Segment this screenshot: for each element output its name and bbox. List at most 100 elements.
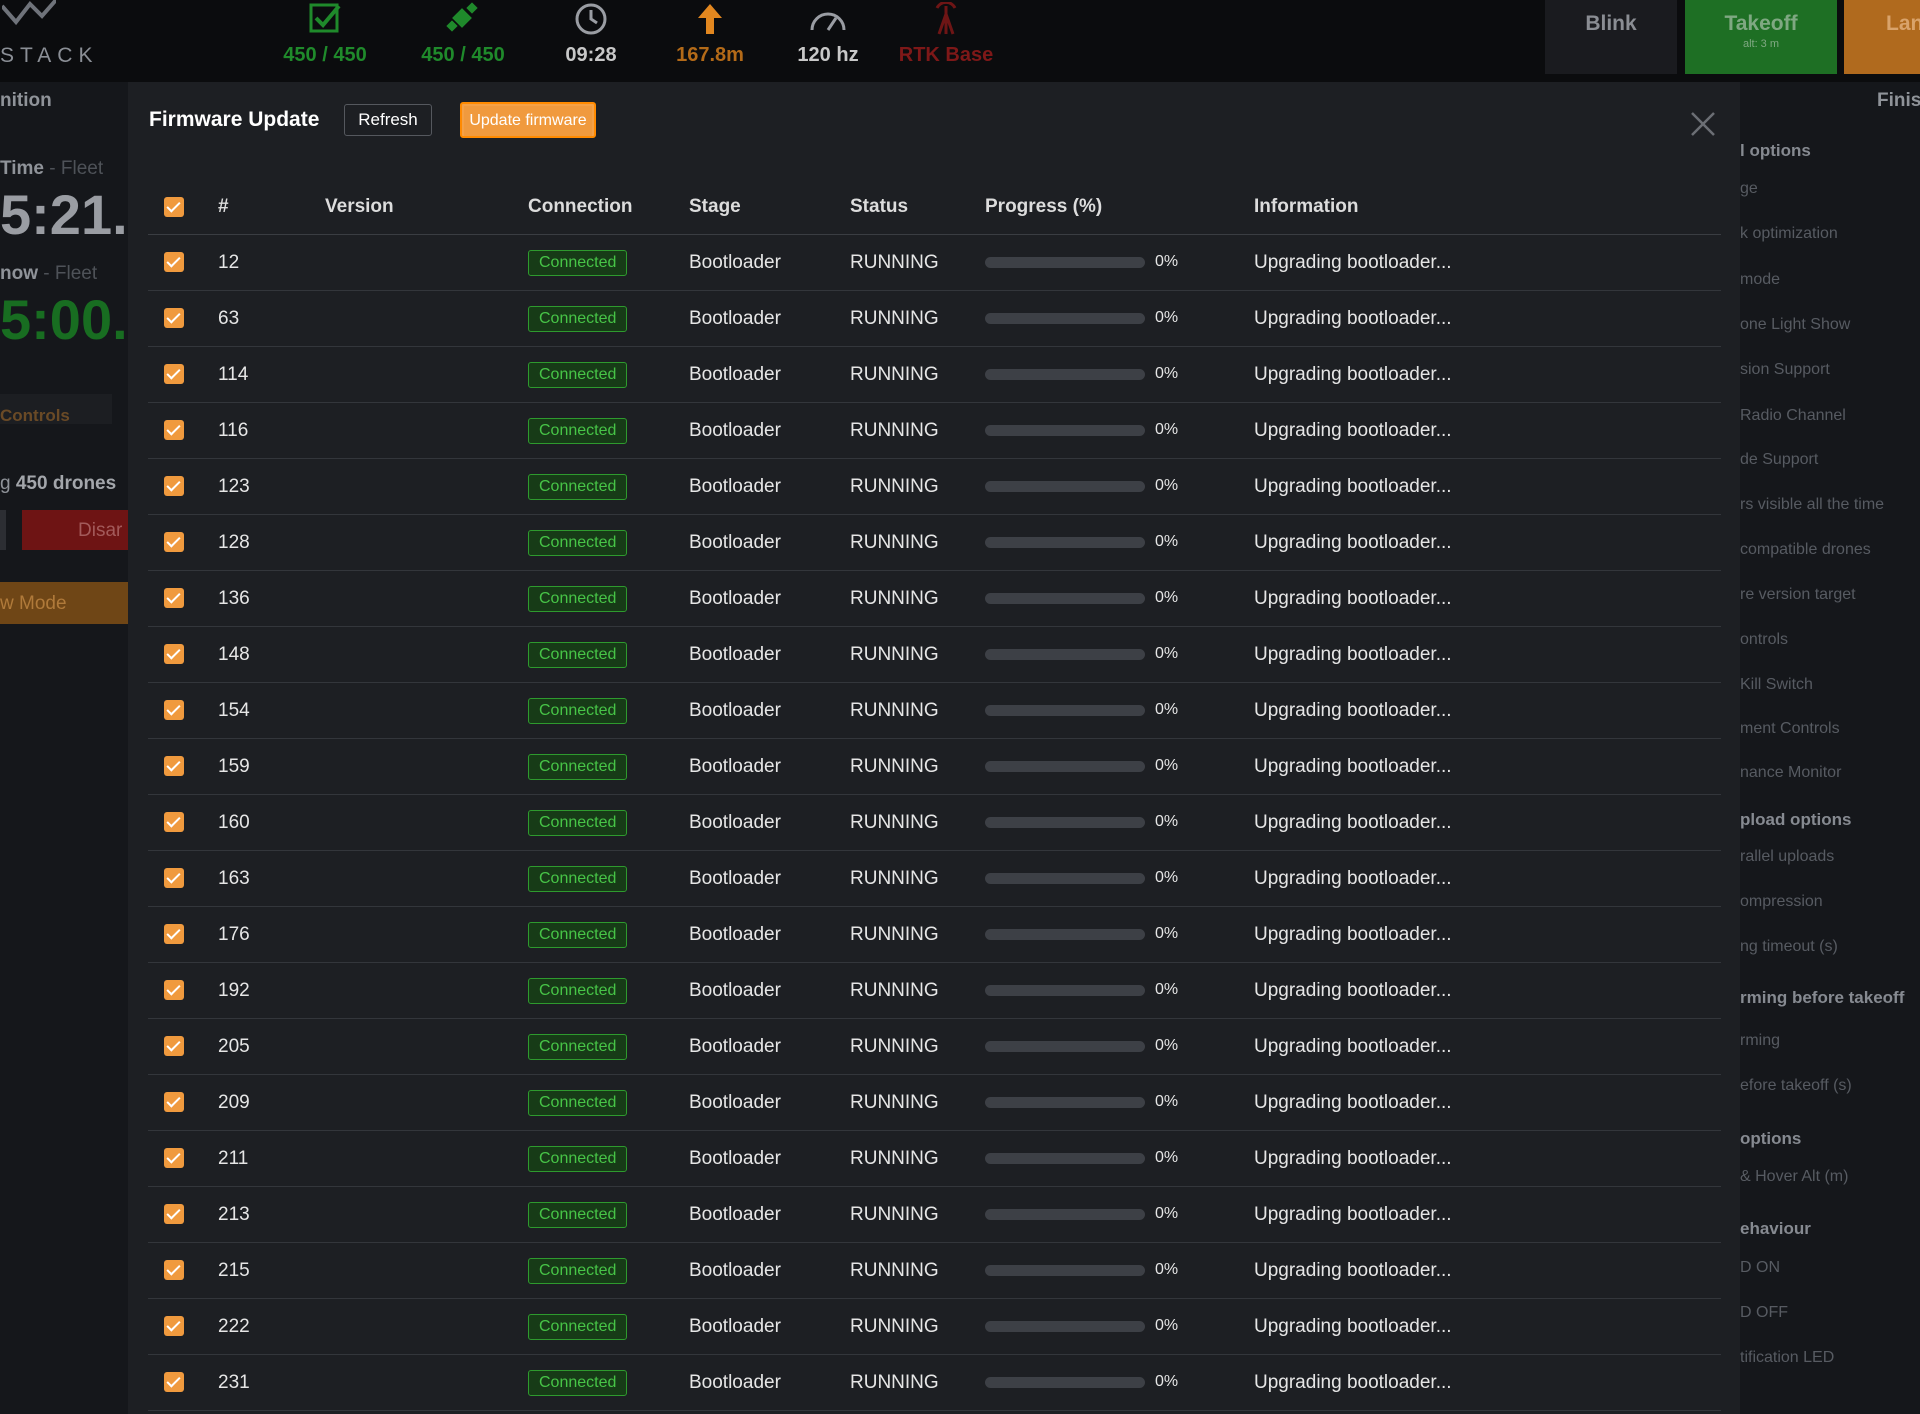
settings-item[interactable]: mode: [1740, 271, 1780, 289]
progress-cell: 0%: [985, 458, 1254, 515]
land-button[interactable]: Lan: [1844, 0, 1920, 74]
settings-item[interactable]: rs visible all the time: [1740, 496, 1884, 514]
settings-item[interactable]: nance Monitor: [1740, 764, 1841, 782]
close-icon[interactable]: [1689, 110, 1717, 138]
settings-item[interactable]: ompression: [1740, 893, 1823, 911]
version-cell: [325, 458, 528, 515]
row-checkbox[interactable]: [164, 308, 184, 329]
row-checkbox[interactable]: [164, 1148, 184, 1169]
table-row[interactable]: 116 Connected Bootloader RUNNING 0% Upgrading…: [148, 402, 1721, 459]
col-version[interactable]: Version: [325, 180, 528, 235]
settings-item[interactable]: & Hover Alt (m): [1740, 1168, 1848, 1186]
row-select-cell: [148, 1130, 218, 1187]
row-checkbox[interactable]: [164, 644, 184, 665]
row-checkbox[interactable]: [164, 588, 184, 609]
settings-item[interactable]: sion Support: [1740, 361, 1830, 379]
table-row[interactable]: 192 Connected Bootloader RUNNING 0% Upgrading…: [148, 962, 1721, 1019]
table-row[interactable]: 114 Connected Bootloader RUNNING 0% Upgrading…: [148, 346, 1721, 403]
col-stage[interactable]: Stage: [689, 180, 850, 235]
row-checkbox[interactable]: [164, 1316, 184, 1337]
table-row[interactable]: 163 Connected Bootloader RUNNING 0% Upgrading…: [148, 850, 1721, 907]
finish-tab[interactable]: Finis: [1877, 90, 1920, 112]
row-checkbox[interactable]: [164, 476, 184, 497]
stage-cell: Bootloader: [689, 794, 850, 851]
table-row[interactable]: 160 Connected Bootloader RUNNING 0% Upgrading…: [148, 794, 1721, 851]
settings-item[interactable]: tification LED: [1740, 1349, 1834, 1367]
information-cell: Upgrading bootloader...: [1254, 346, 1721, 403]
row-checkbox[interactable]: [164, 1204, 184, 1225]
blink-button[interactable]: Blink: [1545, 0, 1677, 74]
table-row[interactable]: 205 Connected Bootloader RUNNING 0% Upgrading…: [148, 1018, 1721, 1075]
table-row[interactable]: 209 Connected Bootloader RUNNING 0% Upgrading…: [148, 1074, 1721, 1131]
row-checkbox[interactable]: [164, 980, 184, 1001]
table-row[interactable]: 231 Connected Bootloader RUNNING 0% Upgrading…: [148, 1354, 1721, 1411]
col-progress[interactable]: Progress (%): [985, 180, 1254, 235]
row-checkbox[interactable]: [164, 420, 184, 441]
table-row[interactable]: 215 Connected Bootloader RUNNING 0% Upgrading…: [148, 1242, 1721, 1299]
col-information[interactable]: Information: [1254, 180, 1721, 235]
connection-cell: Connected: [528, 1298, 689, 1355]
settings-item[interactable]: k optimization: [1740, 225, 1838, 243]
now-label-suffix: - Fleet: [43, 263, 98, 284]
settings-item[interactable]: rming: [1740, 1032, 1780, 1050]
settings-item[interactable]: de Support: [1740, 451, 1818, 469]
settings-item[interactable]: re version target: [1740, 586, 1856, 604]
settings-item[interactable]: compatible drones: [1740, 541, 1871, 559]
settings-item[interactable]: ontrols: [1740, 631, 1788, 649]
row-checkbox[interactable]: [164, 700, 184, 721]
table-row[interactable]: 213 Connected Bootloader RUNNING 0% Upgrading…: [148, 1186, 1721, 1243]
settings-item[interactable]: rallel uploads: [1740, 848, 1834, 866]
refresh-button[interactable]: Refresh: [344, 104, 432, 136]
stage-cell: Bootloader: [689, 290, 850, 347]
drone-count-line: g 450 drones: [0, 473, 116, 495]
stat-rtk: RTK Base: [881, 0, 1011, 82]
row-checkbox[interactable]: [164, 1092, 184, 1113]
row-checkbox[interactable]: [164, 532, 184, 553]
table-row[interactable]: 211 Connected Bootloader RUNNING 0% Upgrading…: [148, 1130, 1721, 1187]
progress-bar: [985, 256, 1145, 268]
settings-item[interactable]: Radio Channel: [1740, 407, 1846, 425]
table-row[interactable]: 154 Connected Bootloader RUNNING 0% Upgrading…: [148, 682, 1721, 739]
left-edge-button[interactable]: [0, 510, 6, 550]
progress-value: 0%: [1155, 1093, 1179, 1111]
settings-item[interactable]: efore takeoff (s): [1740, 1077, 1852, 1095]
table-row[interactable]: 176 Connected Bootloader RUNNING 0% Upgrading…: [148, 906, 1721, 963]
settings-item[interactable]: ng timeout (s): [1740, 938, 1838, 956]
row-checkbox[interactable]: [164, 868, 184, 889]
col-number[interactable]: #: [218, 180, 325, 235]
row-checkbox[interactable]: [164, 364, 184, 385]
settings-item[interactable]: D OFF: [1740, 1304, 1788, 1322]
status-cell: RUNNING: [850, 402, 985, 459]
select-all-checkbox[interactable]: [164, 196, 184, 217]
progress-bar: [985, 1152, 1145, 1164]
connection-cell: Connected: [528, 1186, 689, 1243]
row-checkbox[interactable]: [164, 812, 184, 833]
disarm-button[interactable]: Disar: [22, 510, 128, 550]
row-checkbox[interactable]: [164, 924, 184, 945]
settings-item[interactable]: ment Controls: [1740, 720, 1840, 738]
col-status[interactable]: Status: [850, 180, 985, 235]
row-checkbox[interactable]: [164, 1260, 184, 1281]
takeoff-button[interactable]: Takeoff alt: 3 m: [1685, 0, 1837, 74]
table-row[interactable]: 12 Connected Bootloader RUNNING 0% Upgrading …: [148, 234, 1721, 291]
row-checkbox[interactable]: [164, 252, 184, 273]
row-checkbox[interactable]: [164, 1036, 184, 1057]
settings-item[interactable]: Kill Switch: [1740, 676, 1813, 694]
row-checkbox[interactable]: [164, 756, 184, 777]
table-row[interactable]: 123 Connected Bootloader RUNNING 0% Upgrading…: [148, 458, 1721, 515]
settings-item[interactable]: one Light Show: [1740, 316, 1850, 334]
table-row[interactable]: 148 Connected Bootloader RUNNING 0% Upgrading…: [148, 626, 1721, 683]
col-connection[interactable]: Connection: [528, 180, 689, 235]
settings-item[interactable]: D ON: [1740, 1259, 1780, 1277]
stage-cell: Bootloader: [689, 1242, 850, 1299]
update-firmware-button[interactable]: Update firmware: [460, 102, 596, 138]
table-row[interactable]: 63 Connected Bootloader RUNNING 0% Upgrading …: [148, 290, 1721, 347]
table-row[interactable]: 159 Connected Bootloader RUNNING 0% Upgrading…: [148, 738, 1721, 795]
table-row[interactable]: 222 Connected Bootloader RUNNING 0% Upgrading…: [148, 1298, 1721, 1355]
mode-button[interactable]: w Mode: [0, 582, 128, 624]
table-row[interactable]: 136 Connected Bootloader RUNNING 0% Upgrading…: [148, 570, 1721, 627]
table-row[interactable]: 128 Connected Bootloader RUNNING 0% Upgrading…: [148, 514, 1721, 571]
settings-item[interactable]: ge: [1740, 180, 1758, 198]
progress-value: 0%: [1155, 813, 1179, 831]
row-checkbox[interactable]: [164, 1372, 184, 1393]
